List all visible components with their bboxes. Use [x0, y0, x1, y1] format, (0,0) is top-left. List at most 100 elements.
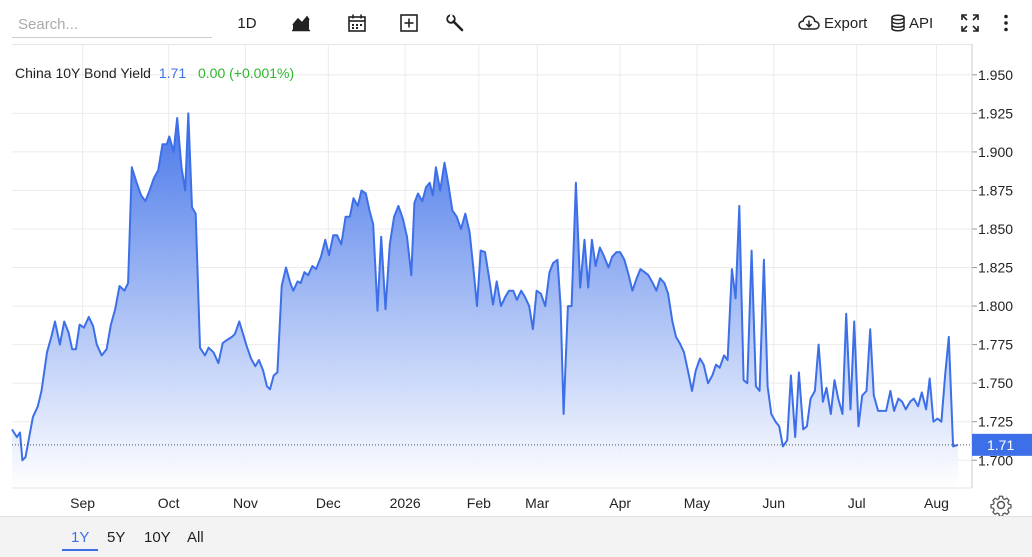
data-point[interactable] [508, 289, 511, 292]
data-point[interactable] [849, 408, 852, 411]
data-point[interactable] [487, 274, 490, 277]
data-point[interactable] [766, 385, 769, 388]
data-point[interactable] [845, 312, 848, 315]
data-point[interactable] [262, 369, 265, 372]
data-point[interactable] [364, 192, 367, 195]
data-point[interactable] [191, 206, 194, 209]
data-point[interactable] [130, 166, 133, 169]
data-point[interactable] [917, 405, 920, 408]
data-point[interactable] [332, 234, 335, 237]
data-point[interactable] [579, 286, 582, 289]
data-point[interactable] [562, 413, 565, 416]
data-point[interactable] [468, 231, 471, 234]
data-point[interactable] [647, 274, 650, 277]
data-point[interactable] [100, 354, 103, 357]
range-button-10y[interactable]: 10Y [144, 529, 171, 546]
data-point[interactable] [754, 385, 757, 388]
data-point[interactable] [789, 374, 792, 377]
data-point[interactable] [869, 328, 872, 331]
data-point[interactable] [809, 397, 812, 400]
gear-icon[interactable] [990, 494, 1012, 516]
data-point[interactable] [144, 200, 147, 203]
data-point[interactable] [19, 431, 22, 434]
data-point[interactable] [234, 332, 237, 335]
data-point[interactable] [909, 400, 912, 403]
data-point[interactable] [254, 365, 257, 368]
data-point[interactable] [226, 339, 229, 342]
data-point[interactable] [265, 385, 268, 388]
data-point[interactable] [635, 277, 638, 280]
data-point[interactable] [861, 394, 864, 397]
data-point[interactable] [118, 285, 121, 288]
data-point[interactable] [245, 345, 248, 348]
data-point[interactable] [296, 280, 299, 283]
data-point[interactable] [280, 285, 283, 288]
data-point[interactable] [707, 382, 710, 385]
data-point[interactable] [87, 315, 90, 318]
data-point[interactable] [615, 251, 618, 254]
data-point[interactable] [691, 389, 694, 392]
data-point[interactable] [40, 389, 43, 392]
data-point[interactable] [841, 413, 844, 416]
data-point[interactable] [655, 289, 658, 292]
data-point[interactable] [238, 320, 241, 323]
data-point[interactable] [380, 235, 383, 238]
data-point[interactable] [11, 428, 14, 431]
data-point[interactable] [410, 274, 413, 277]
data-point[interactable] [74, 348, 77, 351]
data-point[interactable] [460, 228, 463, 231]
data-point[interactable] [257, 359, 260, 362]
data-point[interactable] [194, 212, 197, 215]
data-point[interactable] [479, 249, 482, 252]
data-point[interactable] [92, 325, 95, 328]
data-point[interactable] [774, 420, 777, 423]
data-point[interactable] [140, 194, 143, 197]
data-point[interactable] [376, 309, 379, 312]
data-point[interactable] [817, 343, 820, 346]
data-point[interactable] [659, 277, 662, 280]
data-point[interactable] [67, 331, 70, 334]
data-point[interactable] [307, 274, 310, 277]
data-point[interactable] [484, 251, 487, 254]
data-point[interactable] [421, 200, 424, 203]
data-point[interactable] [272, 374, 275, 377]
data-point[interactable] [897, 397, 900, 400]
data-point[interactable] [671, 320, 674, 323]
data-point[interactable] [360, 189, 363, 192]
data-point[interactable] [199, 346, 202, 349]
data-point[interactable] [500, 305, 503, 308]
data-point[interactable] [439, 189, 442, 192]
data-point[interactable] [786, 439, 789, 442]
data-point[interactable] [250, 357, 253, 360]
data-point[interactable] [203, 354, 206, 357]
data-point[interactable] [54, 320, 57, 323]
data-point[interactable] [504, 295, 507, 298]
data-point[interactable] [344, 215, 347, 218]
data-point[interactable] [797, 371, 800, 374]
data-point[interactable] [217, 362, 220, 365]
data-point[interactable] [590, 238, 593, 241]
data-point[interactable] [559, 305, 562, 308]
data-point[interactable] [315, 268, 318, 271]
data-point[interactable] [928, 377, 931, 380]
data-point[interactable] [781, 445, 784, 448]
data-point[interactable] [176, 117, 179, 120]
data-point[interactable] [127, 282, 130, 285]
data-point[interactable] [269, 388, 272, 391]
data-point[interactable] [285, 266, 288, 269]
data-point[interactable] [723, 354, 726, 357]
data-point[interactable] [762, 258, 765, 261]
data-point[interactable] [372, 223, 375, 226]
data-point[interactable] [447, 181, 450, 184]
data-point[interactable] [598, 246, 601, 249]
data-point[interactable] [885, 409, 888, 412]
data-point[interactable] [912, 397, 915, 400]
data-point[interactable] [388, 243, 391, 246]
data-point[interactable] [180, 166, 183, 169]
data-point[interactable] [161, 143, 164, 146]
data-point[interactable] [472, 266, 475, 269]
data-point[interactable] [702, 363, 705, 366]
data-point[interactable] [570, 305, 573, 308]
data-point[interactable] [311, 265, 314, 268]
data-point[interactable] [50, 335, 53, 338]
